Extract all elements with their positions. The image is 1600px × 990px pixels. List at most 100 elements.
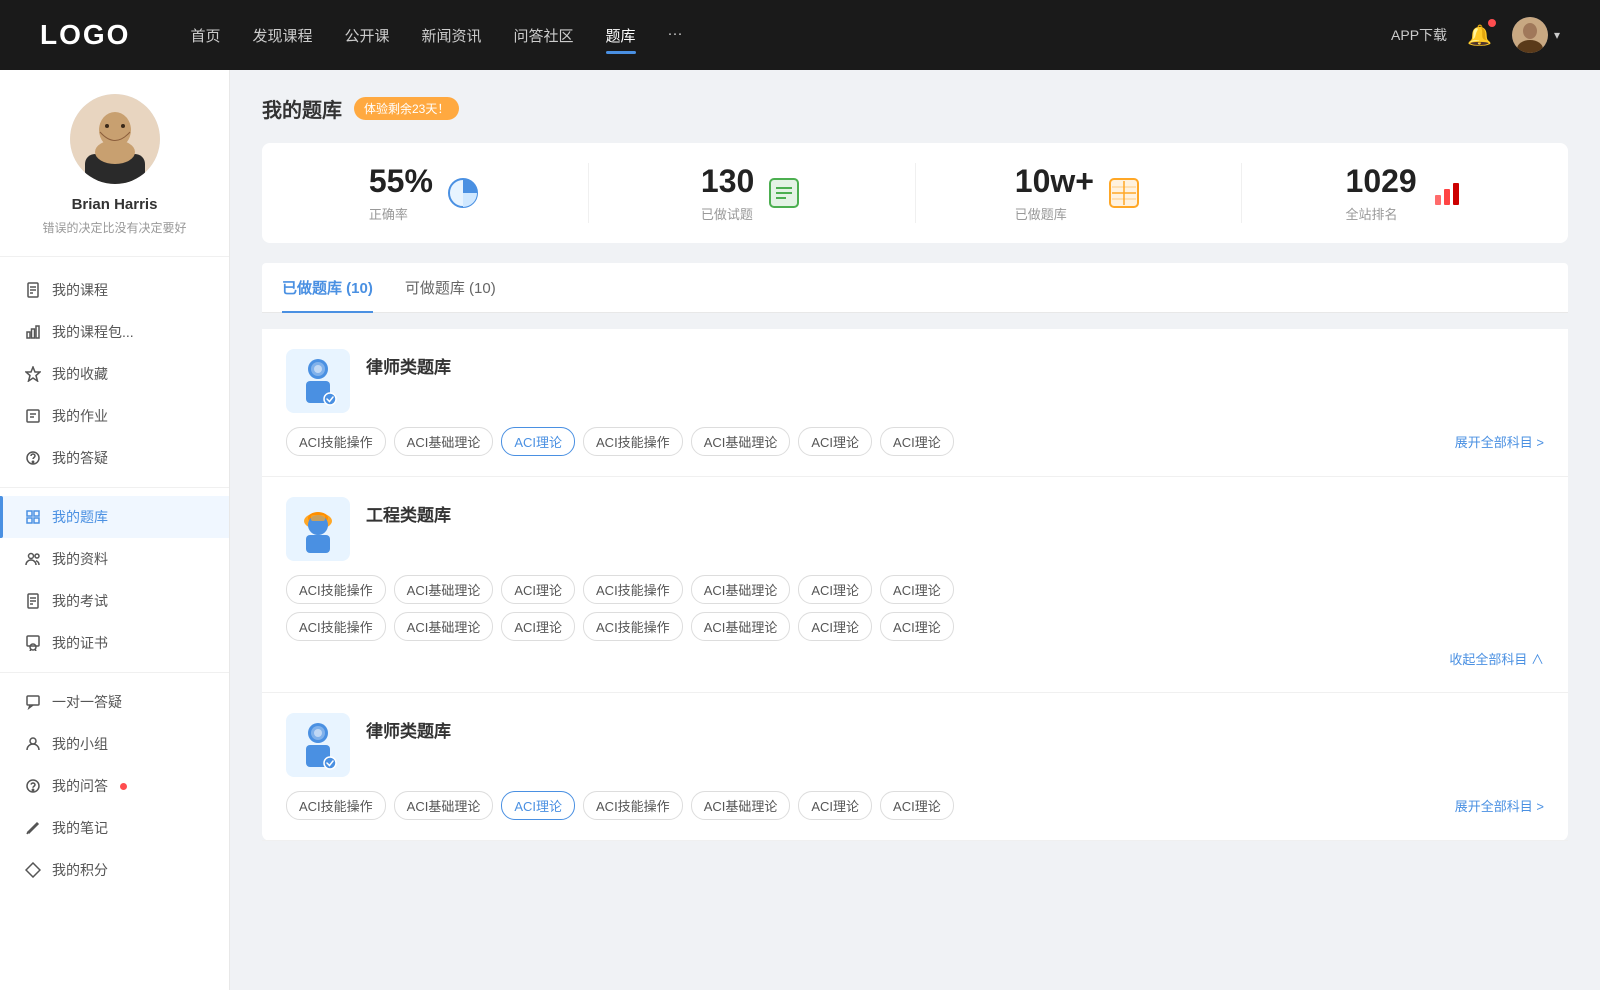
menu-item-1[interactable]: 我的课程包... [0, 311, 229, 353]
list-check-icon [766, 175, 802, 211]
nav-item-···[interactable]: ··· [668, 21, 683, 50]
qbank-name: 工程类题库 [366, 497, 451, 526]
menu-item-11[interactable]: 我的问答 [0, 765, 229, 807]
grid-check-icon [1106, 175, 1142, 211]
tag-1[interactable]: ACI基础理论 [394, 575, 494, 604]
menu-label: 我的问答 [52, 776, 108, 796]
stat-value: 130 [701, 163, 754, 200]
avatar [1512, 17, 1548, 53]
tag-3[interactable]: ACI技能操作 [583, 575, 683, 604]
menu-label: 我的小组 [52, 734, 108, 754]
tag-0[interactable]: ACI技能操作 [286, 427, 386, 456]
tag-3[interactable]: ACI技能操作 [583, 427, 683, 456]
qbank-name: 律师类题库 [366, 349, 451, 378]
tag2-4[interactable]: ACI基础理论 [691, 612, 791, 641]
menu-item-5[interactable]: 我的题库 [0, 496, 229, 538]
user-avatar-menu[interactable]: ▾ [1512, 17, 1560, 53]
collapse-link[interactable]: 收起全部科目 ∧ [1449, 645, 1544, 672]
qbank-card-2: 律师类题库 ACI技能操作ACI基础理论ACI理论ACI技能操作ACI基础理论A… [262, 693, 1568, 841]
menu-item-12[interactable]: 我的笔记 [0, 807, 229, 849]
menu-dot [120, 783, 127, 790]
menu-item-2[interactable]: 我的收藏 [0, 353, 229, 395]
menu-item-10[interactable]: 我的小组 [0, 723, 229, 765]
menu-item-7[interactable]: 我的考试 [0, 580, 229, 622]
nav-item-新闻资讯[interactable]: 新闻资讯 [422, 21, 482, 50]
nav-item-题库[interactable]: 题库 [606, 21, 636, 50]
profile-name: Brian Harris [72, 196, 158, 213]
app-download-link[interactable]: APP下载 [1391, 25, 1447, 45]
certificate-icon [24, 634, 42, 652]
tag2-1[interactable]: ACI基础理论 [394, 612, 494, 641]
tag2-0[interactable]: ACI技能操作 [286, 612, 386, 641]
stat-label: 已做试题 [701, 204, 754, 223]
menu-item-8[interactable]: 我的证书 [0, 622, 229, 664]
tag-4[interactable]: ACI基础理论 [691, 575, 791, 604]
tag-4[interactable]: ACI基础理论 [691, 791, 791, 820]
qbank-list: 律师类题库 ACI技能操作ACI基础理论ACI理论ACI技能操作ACI基础理论A… [262, 329, 1568, 841]
tag-1[interactable]: ACI基础理论 [394, 791, 494, 820]
menu-item-3[interactable]: 我的作业 [0, 395, 229, 437]
tag-5[interactable]: ACI理论 [798, 791, 872, 820]
menu-item-0[interactable]: 我的课程 [0, 269, 229, 311]
menu-item-6[interactable]: 我的资料 [0, 538, 229, 580]
expand-link[interactable]: 展开全部科目 > [1455, 428, 1544, 455]
bar-chart-red-icon [1429, 175, 1465, 211]
tags-row: ACI技能操作ACI基础理论ACI理论ACI技能操作ACI基础理论ACI理论AC… [286, 427, 1544, 456]
tags-row-2: ACI技能操作ACI基础理论ACI理论ACI技能操作ACI基础理论ACI理论AC… [286, 612, 1544, 641]
expand-link[interactable]: 展开全部科目 > [1455, 792, 1544, 819]
menu-label: 我的题库 [52, 507, 108, 527]
bar-chart-icon [24, 323, 42, 341]
tag-2[interactable]: ACI理论 [501, 575, 575, 604]
navbar: LOGO 首页 发现课程 公开课 新闻资讯 问答社区 题库 ··· APP下载 🔔 ▾ [0, 0, 1600, 70]
nav-menu: 首页 发现课程 公开课 新闻资讯 问答社区 题库 ··· [190, 21, 1391, 50]
tag2-5[interactable]: ACI理论 [798, 612, 872, 641]
qbank-card-header: 律师类题库 [286, 713, 1544, 777]
grid-icon [24, 508, 42, 526]
nav-item-首页[interactable]: 首页 [190, 21, 220, 50]
tag2-6[interactable]: ACI理论 [880, 612, 954, 641]
qbank-card-header: 律师类题库 [286, 349, 1544, 413]
stat-label: 已做题库 [1015, 204, 1094, 223]
logo[interactable]: LOGO [40, 19, 130, 51]
nav-item-公开课[interactable]: 公开课 [344, 21, 389, 50]
menu-label: 一对一答疑 [52, 692, 122, 712]
chevron-down-icon: ▾ [1554, 28, 1560, 42]
qbank-name: 律师类题库 [366, 713, 451, 742]
menu-label: 我的积分 [52, 860, 108, 880]
page-title: 我的题库 [262, 94, 342, 123]
menu-label: 我的证书 [52, 633, 108, 653]
profile-motto: 错误的决定比没有决定要好 [42, 219, 186, 236]
menu-item-13[interactable]: 我的积分 [0, 849, 229, 891]
tag-2[interactable]: ACI理论 [501, 427, 575, 456]
tab-0[interactable]: 已做题库 (10) [282, 263, 373, 312]
tag-0[interactable]: ACI技能操作 [286, 575, 386, 604]
tag-6[interactable]: ACI理论 [880, 791, 954, 820]
qbank-icon [286, 497, 350, 561]
navbar-right: APP下载 🔔 ▾ [1391, 17, 1560, 53]
nav-item-问答社区[interactable]: 问答社区 [514, 21, 574, 50]
menu-item-9[interactable]: 一对一答疑 [0, 681, 229, 723]
file-icon [24, 281, 42, 299]
profile-section: Brian Harris 错误的决定比没有决定要好 [0, 94, 229, 257]
tag2-3[interactable]: ACI技能操作 [583, 612, 683, 641]
menu-label: 我的作业 [52, 406, 108, 426]
menu-label: 我的答疑 [52, 448, 108, 468]
tag-1[interactable]: ACI基础理论 [394, 427, 494, 456]
menu-item-4[interactable]: 我的答疑 [0, 437, 229, 479]
tag-6[interactable]: ACI理论 [880, 575, 954, 604]
tag-6[interactable]: ACI理论 [880, 427, 954, 456]
tag-2[interactable]: ACI理论 [501, 791, 575, 820]
tab-1[interactable]: 可做题库 (10) [405, 263, 496, 312]
tag-5[interactable]: ACI理论 [798, 575, 872, 604]
nav-item-发现课程[interactable]: 发现课程 [252, 21, 312, 50]
page-wrap: Brian Harris 错误的决定比没有决定要好 我的课程 我的课程包... … [0, 70, 1600, 990]
stat-item-1: 130 已做试题 [589, 163, 916, 223]
tag-0[interactable]: ACI技能操作 [286, 791, 386, 820]
notification-bell[interactable]: 🔔 [1467, 23, 1492, 48]
sidebar-menu: 我的课程 我的课程包... 我的收藏 我的作业 我的答疑 我的题库 我的资料 我… [0, 257, 229, 903]
tag-4[interactable]: ACI基础理论 [691, 427, 791, 456]
tag2-2[interactable]: ACI理论 [501, 612, 575, 641]
tag-5[interactable]: ACI理论 [798, 427, 872, 456]
tabs: 已做题库 (10) 可做题库 (10) [262, 263, 1568, 313]
tag-3[interactable]: ACI技能操作 [583, 791, 683, 820]
